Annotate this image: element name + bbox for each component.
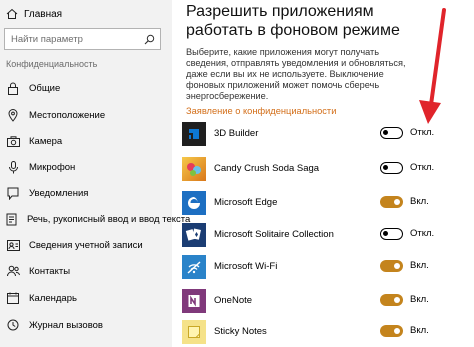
red-arrow-annotation xyxy=(419,8,446,124)
